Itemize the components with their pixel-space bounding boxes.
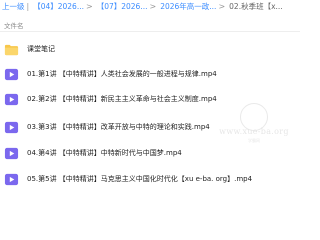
file-row-video[interactable]: 05.第5讲 【中特精讲】马克思主义中国化时代化【xu e-ba. org】.m… — [0, 164, 300, 194]
breadcrumb-up-level[interactable]: 上一级 — [0, 0, 25, 14]
breadcrumb-item-07[interactable]: 【07】2026... — [95, 0, 148, 14]
file-name: 02.第2讲 【中特精讲】新民主主义革命与社会主义制度.mp4 — [27, 95, 217, 103]
video-icon — [4, 121, 19, 133]
video-icon — [4, 173, 19, 185]
file-name: 03.第3讲 【中特精讲】改革开放与中特的理论和实践.mp4 — [27, 123, 210, 131]
chevron-right-icon: > — [86, 2, 93, 11]
column-header-filename[interactable]: 文件名 — [4, 21, 24, 31]
header-divider — [0, 31, 300, 32]
breadcrumb: 上一级 | 【04】2026... > 【07】2026... > 2026年高… — [0, 0, 300, 14]
breadcrumb-separator: | — [26, 2, 30, 11]
folder-icon — [4, 44, 19, 55]
file-name: 05.第5讲 【中特精讲】马克思主义中国化时代化【xu e-ba. org】.m… — [27, 175, 253, 183]
chevron-right-icon: > — [149, 2, 157, 11]
file-browser-page: 上一级 | 【04】2026... > 【07】2026... > 2026年高… — [0, 0, 300, 200]
file-name: 01.第1讲 【中特精讲】人类社会发展的一般进程与规律.mp4 — [27, 70, 217, 78]
video-icon — [4, 147, 19, 159]
file-row-video[interactable]: 02.第2讲 【中特精讲】新民主主义革命与社会主义制度.mp4 — [0, 84, 300, 114]
video-icon — [4, 68, 19, 80]
file-name: 课堂笔记 — [27, 45, 55, 53]
breadcrumb-item-04[interactable]: 【04】2026... — [31, 0, 84, 14]
chevron-right-icon: > — [218, 2, 226, 11]
file-name: 04.第4讲 【中特精讲】中特新时代与中国梦.mp4 — [27, 149, 182, 157]
breadcrumb-item-2026[interactable]: 2026年高一政... — [158, 0, 216, 14]
video-icon — [4, 93, 19, 105]
breadcrumb-current-folder: 02.秋季班【x... — [229, 2, 283, 11]
